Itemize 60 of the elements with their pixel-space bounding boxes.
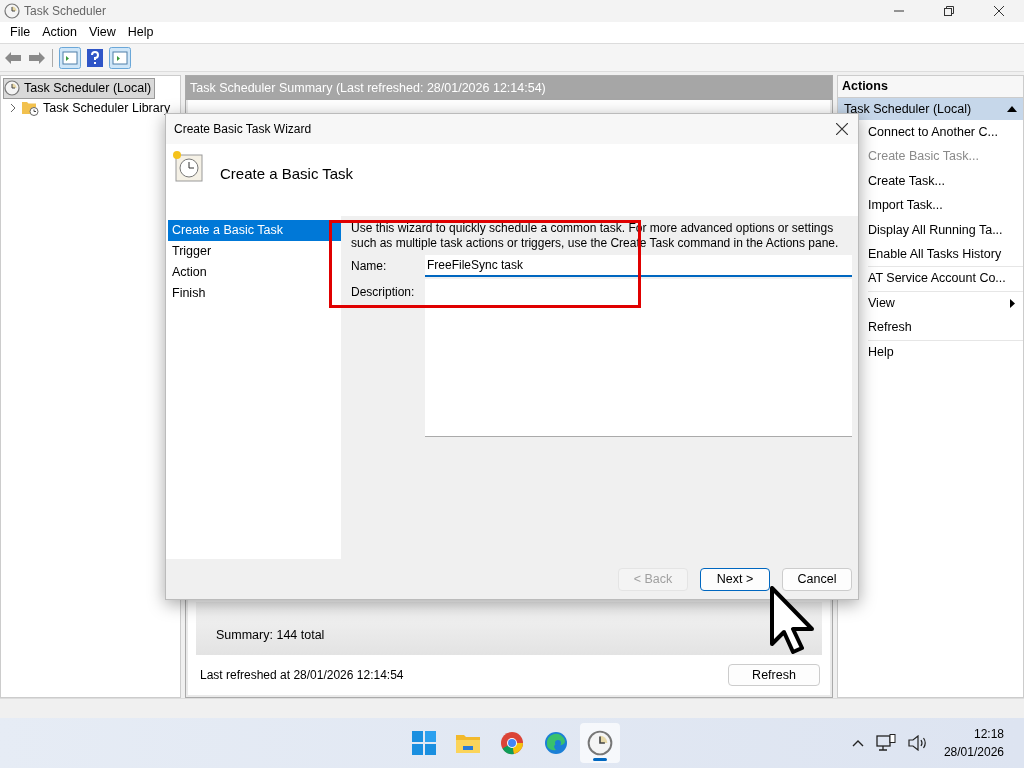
chrome-icon[interactable] <box>500 731 524 755</box>
description-field[interactable] <box>425 279 852 437</box>
summary-total: Summary: 144 total <box>216 627 326 645</box>
menu-item[interactable]: View <box>82 23 122 42</box>
chevron-up-icon[interactable] <box>851 739 864 747</box>
app-icon <box>4 3 20 19</box>
folder-clock-icon <box>21 100 39 117</box>
action-item[interactable]: AT Service Account Co... <box>868 267 1023 292</box>
wizard-step[interactable]: Action <box>168 262 341 283</box>
back-arrow-icon[interactable] <box>4 50 22 65</box>
action-item[interactable]: Create Task... <box>868 169 1023 194</box>
action-item[interactable]: Help <box>868 340 1023 365</box>
dialog-button[interactable]: Cancel <box>782 567 852 591</box>
edge-icon[interactable] <box>544 731 568 755</box>
window-title: Task Scheduler <box>24 3 107 20</box>
action-item[interactable]: View <box>868 291 1023 316</box>
action-item[interactable]: Enable All Tasks History <box>868 242 1023 267</box>
action-item[interactable]: Refresh <box>868 316 1023 341</box>
menu-item[interactable]: Help <box>121 23 160 42</box>
windows-start-icon[interactable] <box>412 731 436 755</box>
active-indicator <box>593 758 607 761</box>
dialog-heading: Create a Basic Task <box>220 164 354 184</box>
clock-icon <box>587 730 613 756</box>
description-label: Description: <box>351 284 416 301</box>
dialog-title: Create Basic Task Wizard <box>174 121 312 138</box>
network-icon[interactable] <box>875 734 896 752</box>
close-icon[interactable] <box>836 123 848 135</box>
submenu-arrow-icon <box>1010 299 1015 309</box>
name-label: Name: <box>351 258 388 275</box>
help-icon[interactable] <box>87 48 103 67</box>
expand-chevron-icon[interactable] <box>9 103 17 114</box>
close-icon[interactable] <box>994 6 1004 16</box>
actions-header: Actions <box>838 76 1023 98</box>
refresh-button[interactable]: Refresh <box>728 664 820 686</box>
action-item[interactable]: Connect to Another C... <box>868 120 1023 145</box>
summary-header: Task Scheduler Summary (Last refreshed: 28/01/2026 12:14:54) <box>186 76 832 100</box>
name-field[interactable]: FreeFileSync task <box>425 255 852 277</box>
action-item[interactable]: Import Task... <box>868 193 1023 218</box>
last-refreshed-text: Last refreshed at 28/01/2026 12:14:54 <box>200 667 404 684</box>
clock-date[interactable]: 12:18 28/01/2026 <box>943 725 1004 761</box>
tree-item[interactable]: Task Scheduler (Local) <box>3 78 156 99</box>
forward-arrow-icon[interactable] <box>28 50 46 65</box>
menu-item[interactable]: Action <box>36 23 83 42</box>
clock-icon <box>4 80 20 97</box>
folder-icon[interactable] <box>455 732 481 754</box>
menu-item[interactable]: File <box>4 23 37 42</box>
restore-icon[interactable] <box>944 6 954 16</box>
show-actions-icon[interactable] <box>109 46 131 69</box>
taskbar-app[interactable] <box>580 723 620 763</box>
action-item[interactable]: Display All Running Ta... <box>868 218 1023 243</box>
collapse-triangle-icon <box>1007 106 1017 112</box>
wizard-step[interactable]: Create a Basic Task <box>168 220 341 241</box>
wizard-step[interactable]: Trigger <box>168 241 341 262</box>
calendar-clock-icon <box>172 150 204 182</box>
show-tree-icon[interactable] <box>59 46 81 69</box>
wizard-step[interactable]: Finish <box>168 283 341 304</box>
dialog-button[interactable]: Next > <box>700 567 770 591</box>
actions-group-header[interactable]: Task Scheduler (Local) <box>838 98 1023 120</box>
speaker-icon[interactable] <box>907 735 928 751</box>
tree-item[interactable]: Task Scheduler Library <box>9 98 180 118</box>
